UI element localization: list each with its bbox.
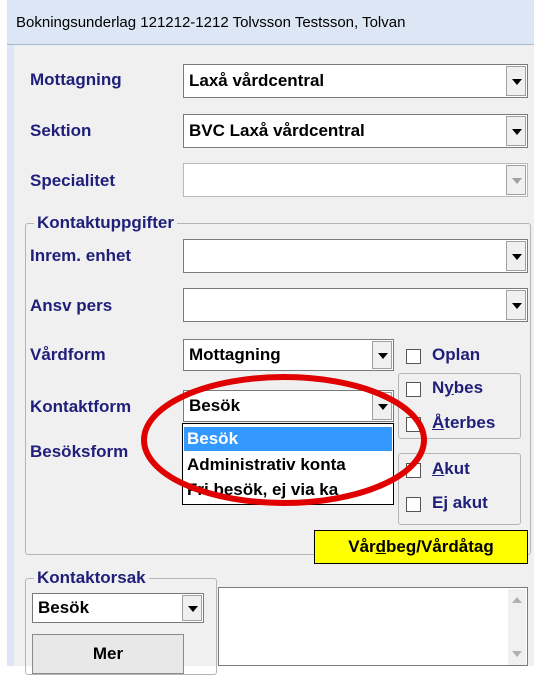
mer-button[interactable]: Mer [32,634,184,674]
kontaktorsak-select[interactable]: Besök [32,593,204,623]
kontaktform-select[interactable]: Besök [183,390,394,422]
chevron-down-icon[interactable] [506,290,526,320]
kontaktform-value: Besök [189,396,241,415]
besoksform-label: Besöksform [30,442,129,461]
sektion-value: BVC Laxå vårdcentral [189,121,365,140]
specialitet-select[interactable] [183,163,528,197]
vardform-label: Vårdform [30,345,106,364]
akut-label: Akut [432,459,470,478]
nybes-checkbox[interactable] [406,382,421,397]
mottagning-value: Laxå vårdcentral [189,71,325,90]
kontaktorsak-value: Besök [38,598,90,617]
chevron-down-icon[interactable] [506,241,526,271]
ej-akut-checkbox[interactable] [406,497,421,512]
window-frame [7,45,14,666]
sektion-label: Sektion [30,121,92,140]
kontaktform-label: Kontaktform [30,397,132,416]
chevron-down-icon[interactable] [506,116,526,146]
chevron-down-icon[interactable] [372,392,392,420]
kontaktorsak-textarea[interactable] [218,587,528,666]
sektion-select[interactable]: BVC Laxå vårdcentral [183,114,528,148]
scroll-up-icon[interactable] [512,597,522,603]
dropdown-option[interactable]: Fri besök, ej via ka [184,478,392,502]
dropdown-option[interactable]: Besök [184,427,392,451]
ej-akut-label: Ej akut [432,493,488,512]
oplan-checkbox[interactable] [406,349,421,364]
mottagning-label: Mottagning [30,70,122,89]
vardbeg-button[interactable]: Vårdbeg/Vårdåtag [314,530,528,564]
specialitet-label: Specialitet [30,171,116,190]
vardform-select[interactable]: Mottagning [183,339,394,371]
kontaktform-dropdown-list: Besök Administrativ konta Fri besök, ej … [182,423,394,505]
chevron-down-icon[interactable] [182,595,202,621]
booking-window: Bokningsunderlag 121212-1212 Tolvsson Te… [0,0,534,675]
window-title: Bokningsunderlag 121212-1212 Tolvsson Te… [7,0,534,45]
chevron-down-icon[interactable] [506,165,526,195]
kontaktuppgifter-title: Kontaktuppgifter [34,213,177,233]
aterbes-checkbox[interactable] [406,417,421,432]
vardform-value: Mottagning [189,345,281,364]
inrem-select[interactable] [183,239,528,273]
ansv-select[interactable] [183,288,528,322]
scroll-down-icon[interactable] [512,651,522,657]
kontaktorsak-title: Kontaktorsak [34,568,149,588]
akut-checkbox[interactable] [406,463,421,478]
chevron-down-icon[interactable] [372,341,392,369]
dropdown-option[interactable]: Administrativ konta [184,453,392,477]
ansv-label: Ansv pers [30,296,113,315]
mottagning-select[interactable]: Laxå vårdcentral [183,64,528,98]
inrem-label: Inrem. enhet [30,246,132,265]
vertical-scrollbar[interactable] [508,589,526,665]
nybes-label: Nybes [432,378,484,397]
chevron-down-icon[interactable] [506,66,526,96]
oplan-label: Oplan [432,345,481,364]
aterbes-label: Återbes [432,413,496,432]
